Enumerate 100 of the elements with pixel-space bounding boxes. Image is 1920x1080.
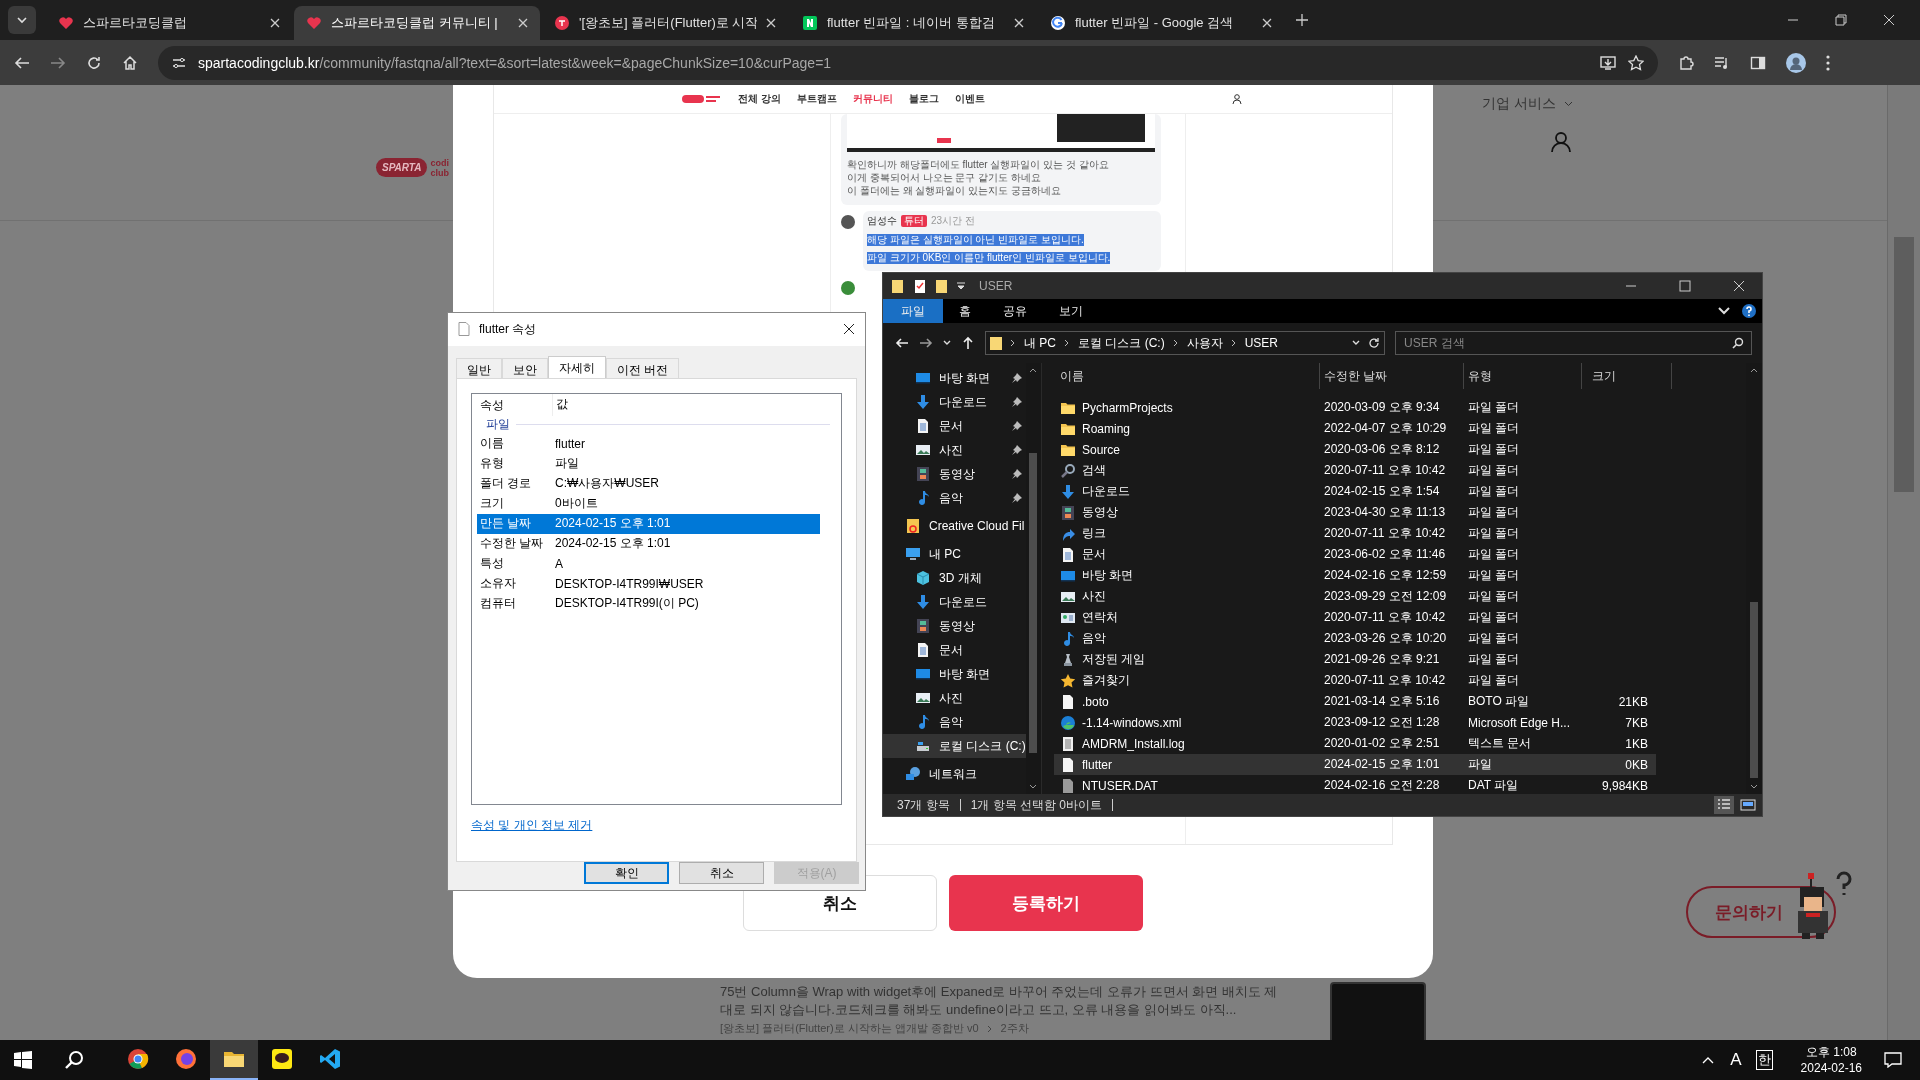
nav-item[interactable]: 다운로드 [883, 590, 1026, 614]
browser-tab[interactable]: 스파르타코딩클럽 커뮤니티 | [294, 6, 540, 40]
scroll-up-icon[interactable] [1750, 367, 1758, 373]
dropdown-icon[interactable] [957, 282, 965, 290]
scroll-down-icon[interactable] [1029, 784, 1038, 790]
dialog-tab[interactable]: 이전 버전 [606, 357, 680, 378]
nav-item[interactable]: 3D 개체 [883, 566, 1026, 590]
browser-tab[interactable]: flutter 빈파일 - Google 검색 [1038, 6, 1284, 40]
ribbon-tab[interactable]: 공유 [987, 299, 1043, 323]
media-control-icon[interactable] [1714, 54, 1730, 71]
column-header[interactable]: 이름 [1054, 363, 1320, 389]
chevron-icon[interactable] [1010, 339, 1016, 347]
property-row[interactable]: 유형 파일 [477, 453, 820, 474]
browser-tab[interactable]: 스파르타코딩클럽 [46, 6, 292, 40]
nav-item[interactable]: 로컬 디스크 (C:) [883, 734, 1026, 758]
property-row[interactable]: 만든 날짜 2024-02-15 오후 1:01 [477, 513, 820, 534]
ime-indicator[interactable]: 한 [1755, 1050, 1773, 1070]
help-icon[interactable] [1742, 304, 1756, 318]
file-row[interactable]: 다운로드 2024-02-15 오후 1:54 파일 폴더 [1054, 481, 1656, 502]
caret-up-icon[interactable] [1702, 1056, 1715, 1064]
file-row[interactable]: 음악 2023-03-26 오후 10:20 파일 폴더 [1054, 628, 1656, 649]
scrollbar[interactable] [1887, 85, 1920, 1040]
file-row[interactable]: PycharmProjects 2020-03-09 오후 9:34 파일 폴더 [1054, 397, 1656, 418]
file-row[interactable]: NTUSER.DAT 2024-02-16 오전 2:28 DAT 파일 9,984KB [1054, 775, 1656, 796]
nav-item[interactable]: 문서 [883, 638, 1026, 662]
scroll-thumb[interactable] [1750, 602, 1758, 778]
chevron-icon[interactable] [1230, 339, 1237, 347]
nav-item[interactable]: 다운로드 [883, 390, 1026, 414]
home-icon[interactable] [122, 54, 138, 71]
scroll-up-icon[interactable] [1029, 367, 1038, 373]
nav-item[interactable]: 사진 [883, 438, 1026, 462]
breadcrumb-item[interactable]: 내 PC [1024, 334, 1056, 352]
forward-arrow-icon[interactable] [50, 54, 66, 71]
restore-icon[interactable] [1835, 14, 1847, 26]
file-row[interactable]: .boto 2021-03-14 오후 5:16 BOTO 파일 21KB [1054, 691, 1656, 712]
file-row[interactable]: Roaming 2022-04-07 오후 10:29 파일 폴더 [1054, 418, 1656, 439]
logo-badge[interactable]: SPARTA [376, 158, 428, 177]
column-header[interactable]: 값 [553, 396, 568, 414]
chevron-icon[interactable] [1064, 339, 1070, 347]
scroll-down-icon[interactable] [1750, 784, 1758, 790]
back-arrow-icon[interactable] [895, 336, 909, 350]
ribbon-tab[interactable]: 보기 [1043, 299, 1099, 323]
file-row[interactable]: 저장된 게임 2021-09-26 오후 9:21 파일 폴더 [1054, 649, 1656, 670]
property-row[interactable]: 수정한 날짜 2024-02-15 오후 1:01 [477, 533, 820, 554]
file-row[interactable]: 바탕 화면 2024-02-16 오후 12:59 파일 폴더 [1054, 565, 1656, 586]
column-header[interactable]: 속성 [477, 393, 553, 416]
property-row[interactable]: 특성 A [477, 553, 820, 574]
breadcrumb-item[interactable]: 사용자 [1186, 334, 1223, 352]
column-header[interactable]: 수정한 날짜 [1320, 363, 1464, 389]
breadcrumb-item[interactable]: USER [1244, 336, 1279, 350]
nav-item[interactable]: 음악 [883, 710, 1026, 734]
dialog-button[interactable]: 취소 [679, 862, 764, 884]
column-header[interactable]: 크기 [1582, 363, 1672, 389]
clock-time[interactable]: 오후 1:08 [1805, 1044, 1857, 1060]
up-arrow-icon[interactable] [961, 336, 975, 350]
address-field[interactable]: spartacodingclub.kr/community/fastqna/all?text=&sort=latest&week=&pageChunkSize=10&curPage=1 [158, 45, 1658, 80]
property-row[interactable]: 크기 0바이트 [477, 493, 820, 514]
search-field[interactable]: USER 검색 [1395, 331, 1752, 355]
file-row[interactable]: -1.14-windows.xml 2023-09-12 오전 1:28 Microsoft Edge H... 7KB [1054, 712, 1656, 733]
forward-arrow-icon[interactable] [919, 336, 933, 350]
scroll-thumb[interactable] [1029, 453, 1038, 753]
chevron-down-icon[interactable] [943, 339, 951, 347]
folder-icon[interactable] [935, 279, 949, 293]
file-row[interactable]: 즐겨찾기 2020-07-11 오후 10:42 파일 폴더 [1054, 670, 1656, 691]
user-icon[interactable] [1550, 131, 1572, 153]
side-panel-icon[interactable] [1750, 54, 1766, 71]
file-row[interactable]: 사진 2023-09-29 오전 12:09 파일 폴더 [1054, 586, 1656, 607]
file-row[interactable]: 문서 2023-06-02 오후 11:46 파일 폴더 [1054, 544, 1656, 565]
install-app-icon[interactable] [1600, 54, 1616, 71]
bookmark-star-icon[interactable] [1628, 54, 1644, 71]
back-arrow-icon[interactable] [14, 54, 30, 71]
site-settings-icon[interactable] [172, 55, 186, 70]
reload-icon[interactable] [86, 54, 102, 71]
properties-icon[interactable] [913, 279, 927, 293]
file-row[interactable]: 검색 2020-07-11 오후 10:42 파일 폴더 [1054, 460, 1656, 481]
details-view-icon[interactable] [1714, 796, 1734, 814]
folder-icon[interactable] [891, 279, 905, 293]
nav-item[interactable]: 음악 [883, 486, 1026, 510]
nav-item[interactable]: 동영상 [883, 462, 1026, 486]
file-row[interactable]: flutter 2024-02-15 오후 1:01 파일 0KB [1054, 754, 1656, 775]
clock-date[interactable]: 2024-02-16 [1800, 1060, 1862, 1076]
nav-item[interactable]: 문서 [883, 414, 1026, 438]
maximize-icon[interactable] [1679, 280, 1691, 292]
ribbon-tab[interactable]: 홈 [943, 299, 987, 323]
nav-item[interactable]: 사진 [883, 686, 1026, 710]
phone-screenshot-thumbnail[interactable] [1330, 982, 1426, 1040]
property-row[interactable]: 이름 flutter [477, 433, 820, 454]
nav-item[interactable]: 바탕 화면 [883, 662, 1026, 686]
file-row[interactable]: AMDRM_Install.log 2020-01-02 오후 2:51 텍스트 문서 1KB [1054, 733, 1656, 754]
extensions-icon[interactable] [1678, 54, 1694, 71]
address-field[interactable]: 내 PC 로컬 디스크 (C:) 사용자 USER [985, 331, 1385, 355]
property-row[interactable]: 컴퓨터 DESKTOP-I4TR99I(이 PC) [477, 593, 820, 614]
ok-button[interactable]: 확인 [584, 862, 669, 884]
large-icons-view-icon[interactable] [1740, 798, 1756, 812]
dialog-tab[interactable]: 자세히 [548, 355, 606, 378]
dialog-tab[interactable]: 보안 [502, 357, 548, 378]
file-row[interactable]: 링크 2020-07-11 오후 10:42 파일 폴더 [1054, 523, 1656, 544]
nav-item[interactable]: 네트워크 [883, 762, 1026, 786]
refresh-icon[interactable] [1368, 337, 1380, 349]
close-icon[interactable] [843, 323, 855, 336]
